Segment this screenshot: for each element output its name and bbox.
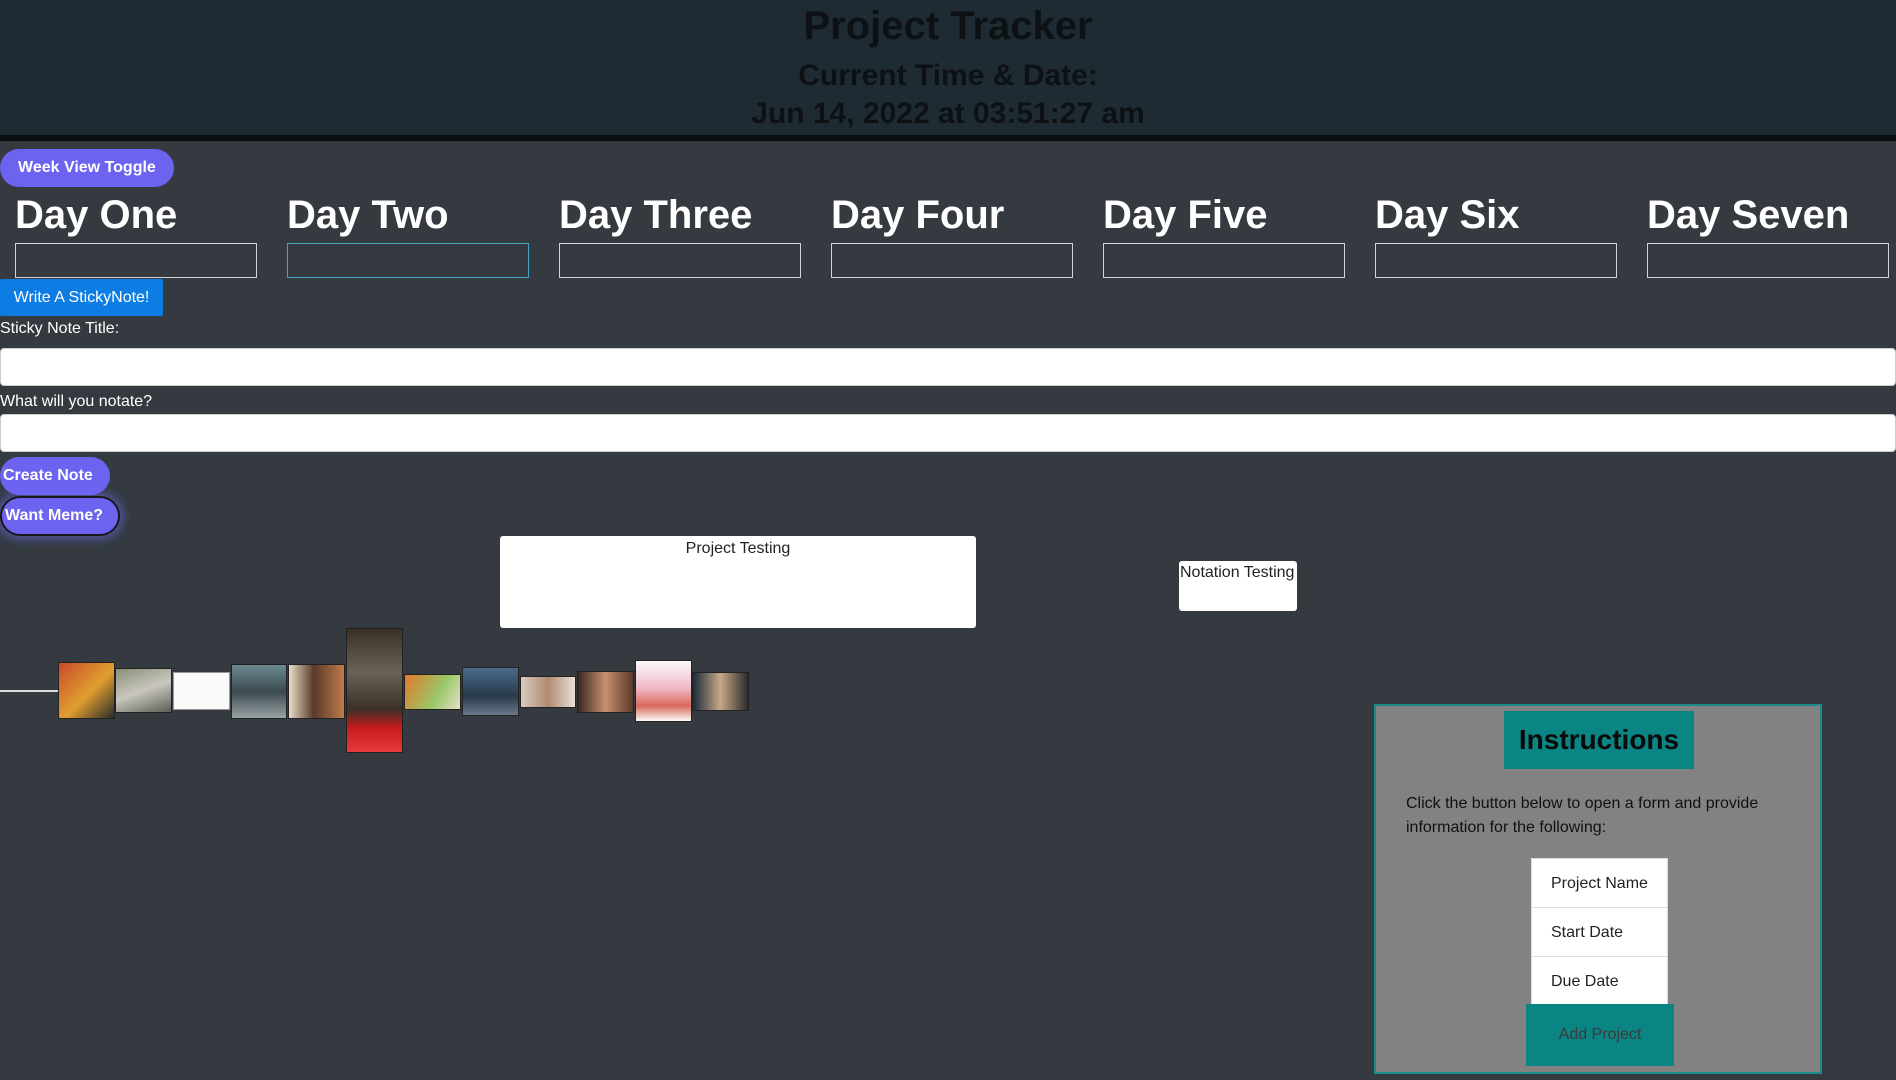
day-input[interactable]: [559, 243, 801, 278]
current-time-value: Jun 14, 2022 at 03:51:27 am: [751, 97, 1145, 130]
sticky-notate-label: What will you notate?: [0, 393, 153, 410]
week-view-toggle-button[interactable]: Week View Toggle: [0, 149, 174, 187]
current-time-label: Current Time & Date:: [798, 59, 1098, 92]
day-input[interactable]: [15, 243, 257, 278]
day-title: Day Seven: [1647, 193, 1850, 237]
page-header: Project Tracker Current Time & Date: Jun…: [0, 0, 1896, 141]
day-column-one: Day One: [15, 190, 275, 278]
instructions-text: Click the button below to open a form an…: [1406, 795, 1759, 836]
day-column-seven: Day Seven: [1647, 190, 1896, 278]
day-title: Day Three: [559, 193, 753, 237]
meme-strip-divider: [0, 690, 58, 692]
instructions-panel: Instructions Click the button below to o…: [1374, 704, 1822, 1074]
day-input[interactable]: [831, 243, 1073, 278]
meme-thumbnail[interactable]: [635, 660, 692, 722]
create-note-button[interactable]: Create Note: [0, 457, 110, 495]
meme-thumbnail[interactable]: [288, 664, 345, 719]
day-title: Day Five: [1103, 193, 1268, 237]
meme-thumbnail[interactable]: [173, 672, 230, 710]
add-project-button[interactable]: Add Project: [1526, 1004, 1674, 1066]
instructions-list: Project Name Start Date Due Date: [1531, 858, 1668, 1007]
meme-thumbnail[interactable]: [58, 662, 115, 719]
day-column-three: Day Three: [559, 190, 819, 278]
meme-thumbnail[interactable]: [462, 667, 519, 716]
day-input[interactable]: [1647, 243, 1889, 278]
meme-thumbnail[interactable]: [692, 672, 749, 711]
instructions-title: Instructions: [1504, 711, 1694, 769]
day-title: Day Four: [831, 193, 1005, 237]
day-input[interactable]: [1375, 243, 1617, 278]
day-title: Day One: [15, 193, 178, 237]
sticky-title-input[interactable]: [0, 348, 1896, 386]
sticky-notate-input[interactable]: [0, 414, 1896, 452]
list-item: Start Date: [1532, 908, 1667, 957]
meme-thumbnail[interactable]: [231, 664, 287, 719]
meme-thumbnail[interactable]: [404, 674, 461, 710]
day-title: Day Six: [1375, 193, 1520, 237]
want-meme-button[interactable]: Want Meme?: [0, 496, 120, 536]
meme-thumbnail[interactable]: [115, 668, 172, 713]
day-column-two: Day Two: [287, 190, 547, 278]
meme-thumbnail[interactable]: [346, 628, 403, 753]
write-sticky-note-button[interactable]: Write A StickyNote!: [0, 279, 163, 316]
day-column-six: Day Six: [1375, 190, 1635, 278]
sticky-title-label: Sticky Note Title:: [0, 320, 120, 337]
day-title: Day Two: [287, 193, 449, 237]
day-column-five: Day Five: [1103, 190, 1363, 278]
sticky-note[interactable]: Project Testing: [500, 536, 976, 628]
page-title: Project Tracker: [803, 4, 1093, 48]
list-item: Due Date: [1532, 957, 1667, 1006]
day-column-four: Day Four: [831, 190, 1091, 278]
day-input[interactable]: [287, 243, 529, 278]
list-item: Project Name: [1532, 859, 1667, 908]
day-input[interactable]: [1103, 243, 1345, 278]
sticky-note[interactable]: Notation Testing: [1179, 561, 1297, 611]
meme-thumbnail[interactable]: [577, 671, 634, 713]
meme-thumbnail[interactable]: [520, 676, 576, 708]
